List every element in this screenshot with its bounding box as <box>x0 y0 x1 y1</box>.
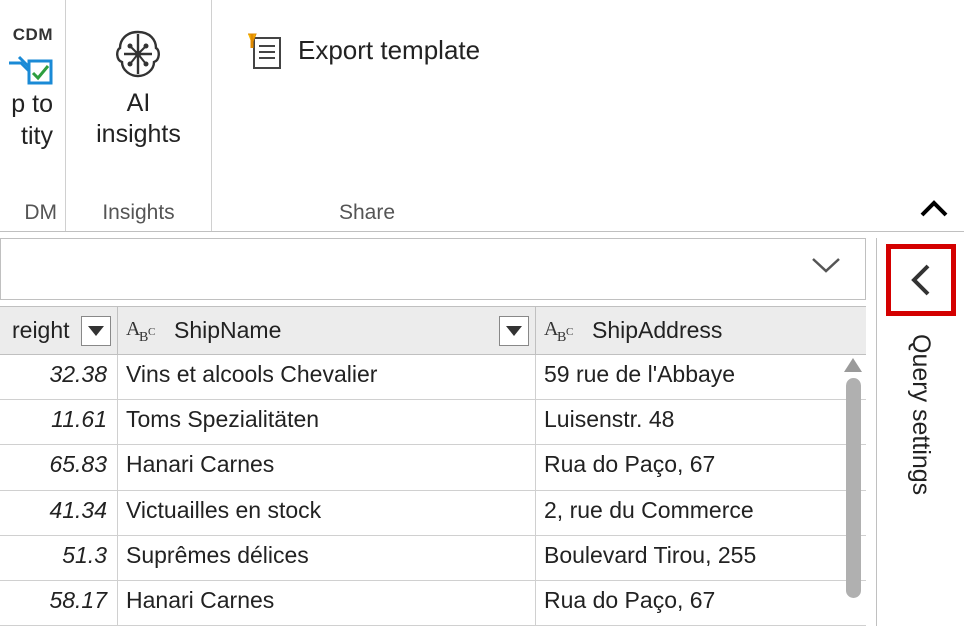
formula-bar[interactable] <box>0 238 866 300</box>
cell-freight[interactable]: 32.38 <box>0 355 118 399</box>
table-row[interactable]: 58.17 Hanari Carnes Rua do Paço, 67 <box>0 581 866 626</box>
ribbon-group-insights: AI insights Insights <box>66 0 212 231</box>
cell-shipaddr[interactable]: 59 rue de l'Abbaye <box>536 355 866 399</box>
vertical-scrollbar[interactable] <box>842 358 864 614</box>
text-type-icon: A B C <box>126 313 164 349</box>
column-header-shipaddress[interactable]: A B C ShipAddress <box>536 307 866 354</box>
map-entity-label-1: p to <box>11 89 53 120</box>
svg-text:B: B <box>557 330 566 343</box>
column-header-label: reight <box>12 317 70 344</box>
cell-shipname[interactable]: Victuailles en stock <box>118 491 536 535</box>
column-filter-button[interactable] <box>81 316 111 346</box>
scrollbar-thumb[interactable] <box>846 378 861 598</box>
cell-freight[interactable]: 41.34 <box>0 491 118 535</box>
chevron-up-icon <box>918 199 950 221</box>
table-row[interactable]: 11.61 Toms Spezialitäten Luisenstr. 48 <box>0 400 866 445</box>
cell-freight[interactable]: 51.3 <box>0 536 118 580</box>
formula-bar-expand-button[interactable] <box>809 255 843 283</box>
ribbon-group-share-footer: Share <box>218 195 516 231</box>
column-header-label: ShipAddress <box>592 317 722 344</box>
cell-shipaddr[interactable]: 2, rue du Commerce <box>536 491 866 535</box>
chevron-left-icon <box>906 260 936 300</box>
export-template-icon <box>244 30 284 70</box>
map-entity-icon <box>7 45 53 89</box>
column-filter-button[interactable] <box>499 316 529 346</box>
ai-insights-label-2: insights <box>96 119 181 150</box>
text-type-icon: A B C <box>544 313 582 349</box>
svg-text:C: C <box>148 326 155 338</box>
cell-freight[interactable]: 65.83 <box>0 445 118 489</box>
table-row[interactable]: 51.3 Suprêmes délices Boulevard Tirou, 2… <box>0 536 866 581</box>
ribbon: CDM p to tity DM <box>0 0 964 232</box>
collapse-ribbon-button[interactable] <box>918 199 950 227</box>
cell-shipname[interactable]: Hanari Carnes <box>118 581 536 625</box>
map-to-entity-button[interactable]: CDM p to tity <box>3 18 57 156</box>
table-row[interactable]: 41.34 Victuailles en stock 2, rue du Com… <box>0 491 866 536</box>
ai-insights-button[interactable]: AI insights <box>92 18 185 155</box>
cell-shipname[interactable]: Hanari Carnes <box>118 445 536 489</box>
cell-freight[interactable]: 11.61 <box>0 400 118 444</box>
caret-down-icon <box>505 325 523 337</box>
cell-shipaddr[interactable]: Rua do Paço, 67 <box>536 581 866 625</box>
export-template-button[interactable]: Export template <box>240 26 484 74</box>
data-grid: reight A B C ShipName A B <box>0 306 866 626</box>
export-template-label: Export template <box>298 34 480 67</box>
query-settings-label: Query settings <box>906 334 935 495</box>
table-row[interactable]: 32.38 Vins et alcools Chevalier 59 rue d… <box>0 355 866 400</box>
svg-text:B: B <box>139 330 148 343</box>
query-settings-pane-collapsed: Query settings <box>876 238 964 626</box>
ai-insights-label-1: AI <box>127 88 151 119</box>
column-header-freight[interactable]: reight <box>0 307 118 354</box>
grid-body: 32.38 Vins et alcools Chevalier 59 rue d… <box>0 355 866 626</box>
cell-shipaddr[interactable]: Boulevard Tirou, 255 <box>536 536 866 580</box>
cell-shipname[interactable]: Toms Spezialitäten <box>118 400 536 444</box>
column-header-shipname[interactable]: A B C ShipName <box>118 307 536 354</box>
column-header-label: ShipName <box>174 317 281 344</box>
map-entity-label-2: tity <box>21 121 53 152</box>
chevron-down-icon <box>809 255 843 277</box>
cell-shipaddr[interactable]: Luisenstr. 48 <box>536 400 866 444</box>
caret-down-icon <box>87 325 105 337</box>
cell-shipaddr[interactable]: Rua do Paço, 67 <box>536 445 866 489</box>
brain-icon <box>108 22 168 88</box>
ribbon-group-insights-footer: Insights <box>72 195 205 231</box>
cdm-badge: CDM <box>13 24 53 45</box>
expand-query-settings-button[interactable] <box>886 244 956 316</box>
ribbon-group-share: Export template Share <box>212 0 522 231</box>
svg-text:C: C <box>566 326 573 338</box>
ribbon-group-cdm: CDM p to tity DM <box>0 0 66 231</box>
ribbon-spacer <box>522 0 964 231</box>
cell-freight[interactable]: 58.17 <box>0 581 118 625</box>
cell-shipname[interactable]: Vins et alcools Chevalier <box>118 355 536 399</box>
grid-header-row: reight A B C ShipName A B <box>0 307 866 355</box>
cell-shipname[interactable]: Suprêmes délices <box>118 536 536 580</box>
table-row[interactable]: 65.83 Hanari Carnes Rua do Paço, 67 <box>0 445 866 490</box>
ribbon-group-cdm-footer: DM <box>6 195 59 231</box>
scroll-up-icon <box>844 358 862 372</box>
